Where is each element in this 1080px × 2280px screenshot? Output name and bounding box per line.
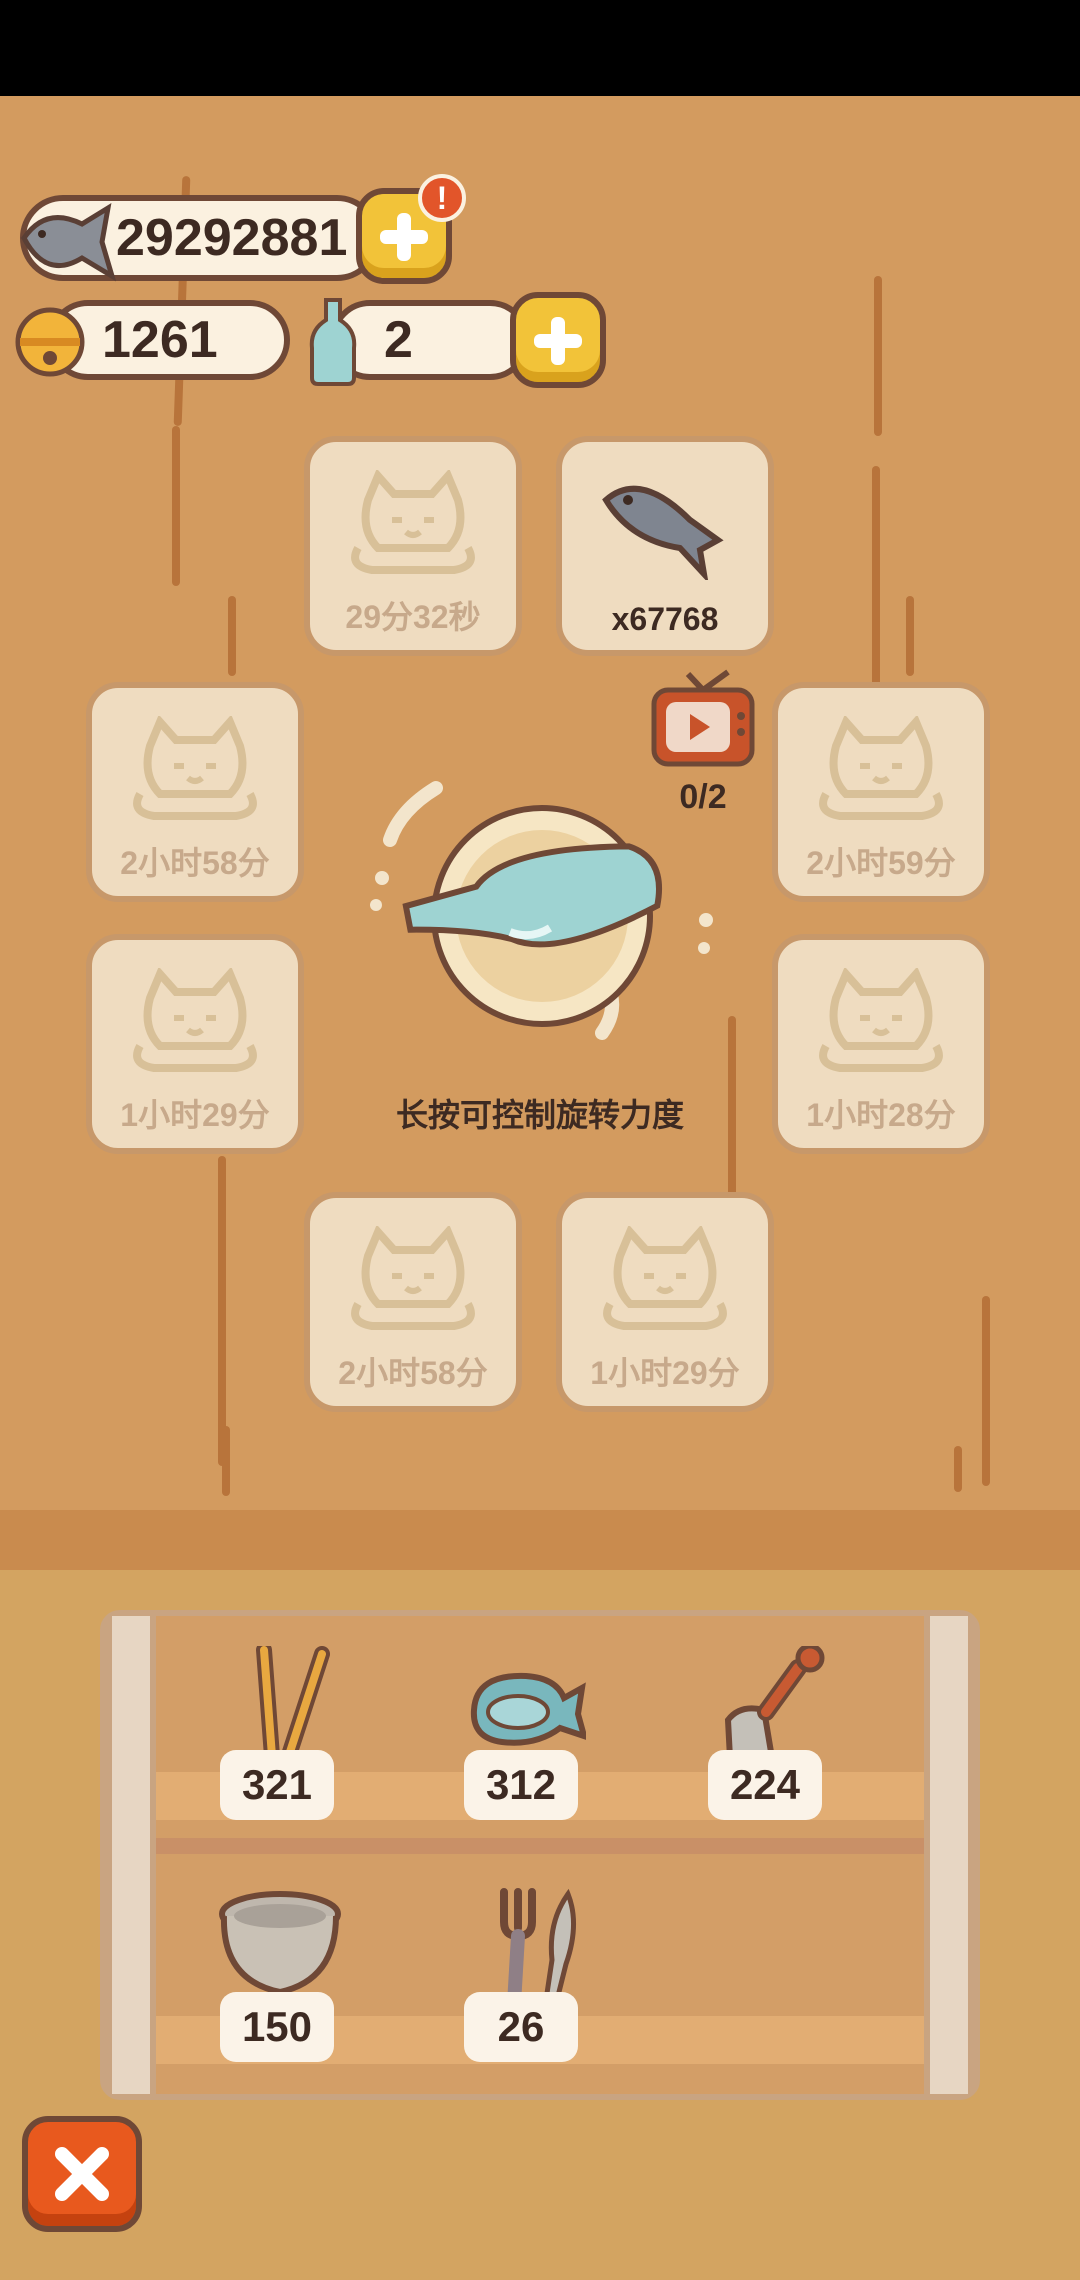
bottle-slot-3[interactable]: 2小时58分 (86, 682, 304, 902)
item-count: 312 (464, 1750, 578, 1820)
floor-edge (0, 1510, 1080, 1570)
spin-bottle-icon[interactable] (360, 760, 720, 1060)
item-count: 150 (220, 1992, 334, 2062)
item-count: 321 (220, 1750, 334, 1820)
bottle-slot-5[interactable]: 1小时29分 (86, 934, 304, 1154)
bell-icon (15, 307, 85, 377)
slot-reward-count: x67768 (611, 601, 719, 637)
slot-timer: 2小时59分 (806, 845, 956, 881)
cat-placeholder-icon (819, 968, 943, 1072)
status-bar (0, 0, 1080, 96)
bottle-slot-2[interactable]: x67768 (556, 436, 774, 656)
alert-badge: ! (418, 174, 466, 222)
add-bottle-button[interactable] (510, 292, 606, 388)
cat-placeholder-icon (133, 968, 257, 1072)
spin-hint: 长按可控制旋转力度 (395, 1097, 684, 1133)
cat-placeholder-icon (133, 716, 257, 820)
fish-icon (21, 202, 116, 282)
fish-reward-icon (602, 485, 724, 580)
fish-currency-value: 29292881 (116, 209, 348, 267)
slot-timer: 1小时29分 (590, 1355, 740, 1391)
bottle-icon (309, 298, 357, 386)
fish-plate-icon (470, 1672, 586, 1746)
bell-currency-value: 1261 (102, 311, 218, 369)
fork-knife-icon (500, 1888, 577, 2008)
bottle-slot-8[interactable]: 1小时29分 (556, 1192, 774, 1412)
spatula-icon (724, 1646, 825, 1761)
shelf-post-left (106, 1616, 156, 2094)
item-count: 26 (464, 1992, 578, 2062)
cat-placeholder-icon (351, 1226, 475, 1330)
slot-timer: 1小时28分 (806, 1097, 956, 1133)
bottle-slot-6[interactable]: 1小时28分 (772, 934, 990, 1154)
slot-timer: 2小时58分 (120, 845, 270, 881)
chopsticks-icon (256, 1646, 330, 1766)
bottle-slot-4[interactable]: 2小时59分 (772, 682, 990, 902)
bowl-icon (219, 1891, 341, 1996)
slot-timer: 2小时58分 (338, 1355, 488, 1391)
item-count: 224 (708, 1750, 822, 1820)
cat-placeholder-icon (603, 1226, 727, 1330)
bottle-currency: 2 (330, 300, 530, 380)
cat-placeholder-icon (819, 716, 943, 820)
cat-placeholder-icon (351, 470, 475, 574)
slot-timer: 29分32秒 (345, 599, 481, 635)
bottle-slot-7[interactable]: 2小时58分 (304, 1192, 522, 1412)
bottle-slot-1[interactable]: 29分32秒 (304, 436, 522, 656)
bottle-currency-value: 2 (384, 311, 413, 369)
tv-ad-icon[interactable] (648, 668, 758, 768)
close-button[interactable] (22, 2116, 142, 2232)
close-icon (55, 2147, 109, 2201)
shelf-post-right (924, 1616, 974, 2094)
slot-timer: 1小时29分 (120, 1097, 270, 1133)
shelf-bar (156, 1838, 924, 1854)
